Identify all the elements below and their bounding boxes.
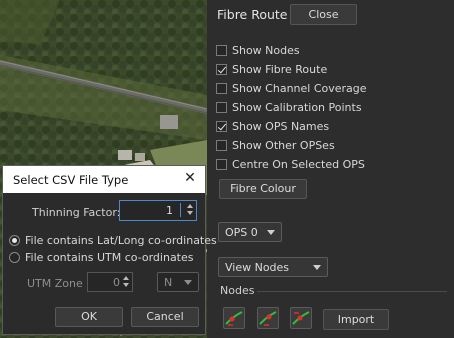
panel-title: Fibre Route (217, 7, 288, 22)
latlong-radio[interactable]: File contains Lat/Long co-ordinates (9, 232, 217, 248)
checkbox-label: Show Nodes (232, 43, 300, 57)
dialog-title: Select CSV File Type (13, 173, 129, 187)
show-fibre-route-checkbox[interactable]: Show Fibre Route (216, 60, 327, 78)
centre-on-selected-ops-checkbox[interactable]: Centre On Selected OPS (216, 155, 365, 173)
thinning-factor-spinbox[interactable]: 1 (119, 200, 197, 221)
radio-button[interactable] (9, 251, 20, 263)
ok-button[interactable]: OK (55, 307, 123, 327)
chevron-down-icon (267, 229, 275, 235)
show-other-opses-checkbox[interactable]: Show Other OPSes (216, 136, 335, 154)
import-button[interactable]: Import (323, 309, 389, 330)
remove-node-icon (292, 311, 310, 325)
spin-arrows-icon[interactable] (185, 203, 194, 215)
checkbox-label: Show Calibration Points (232, 100, 362, 114)
hemisphere-value: N (164, 275, 173, 289)
close-icon[interactable]: ✕ (181, 170, 199, 186)
dialog-titlebar: Select CSV File Type ✕ (3, 166, 205, 193)
hemisphere-select[interactable]: N (157, 272, 199, 292)
ops-select-value: OPS 0 (225, 225, 258, 239)
utm-zone-spinbox[interactable]: 0 (87, 272, 133, 292)
checkbox-box[interactable] (216, 158, 227, 170)
checkbox-box[interactable] (216, 63, 227, 75)
checkbox-label: Show OPS Names (232, 119, 330, 133)
group-divider (257, 291, 447, 292)
insert-node-button[interactable] (257, 307, 279, 329)
view-select[interactable]: View Nodes (218, 257, 328, 277)
radio-button[interactable] (9, 234, 20, 246)
add-node-button[interactable] (223, 307, 245, 329)
add-node-icon (225, 311, 243, 326)
thinning-factor-value: 1 (166, 204, 173, 217)
checkbox-box[interactable] (216, 101, 227, 113)
show-ops-names-checkbox[interactable]: Show OPS Names (216, 117, 329, 135)
checkbox-label: Show Channel Coverage (232, 81, 367, 95)
view-select-value: View Nodes (225, 260, 290, 274)
checkbox-box[interactable] (216, 120, 227, 132)
show-nodes-checkbox[interactable]: Show Nodes (216, 41, 300, 59)
radio-label: File contains Lat/Long co-ordinates (25, 233, 217, 247)
checkbox-box[interactable] (216, 82, 227, 94)
close-button[interactable]: Close (290, 4, 357, 25)
chevron-down-icon (313, 264, 321, 270)
show-calibration-points-checkbox[interactable]: Show Calibration Points (216, 98, 362, 116)
utm-zone-value: 0 (113, 276, 120, 289)
fibre-route-panel: Fibre Route Close Show Nodes Show Fibre … (207, 0, 454, 338)
checkbox-box[interactable] (216, 139, 227, 151)
checkbox-label: Show Fibre Route (232, 62, 328, 76)
ops-select[interactable]: OPS 0 (218, 222, 282, 242)
checkbox-box[interactable] (216, 44, 227, 56)
chevron-down-icon (184, 279, 192, 285)
nodes-group-label: Nodes (220, 284, 255, 297)
cancel-button[interactable]: Cancel (131, 307, 199, 327)
utm-zone-label: UTM Zone (27, 277, 83, 290)
spin-arrows-icon[interactable] (121, 275, 130, 287)
remove-node-button[interactable] (290, 307, 312, 329)
show-channel-coverage-checkbox[interactable]: Show Channel Coverage (216, 79, 367, 97)
insert-node-icon (259, 311, 277, 326)
fibre-colour-button[interactable]: Fibre Colour (219, 179, 307, 199)
utm-radio[interactable]: File contains UTM co-ordinates (9, 249, 194, 265)
radio-label: File contains UTM co-ordinates (25, 250, 194, 264)
select-csv-file-type-dialog: Select CSV File Type ✕ Thinning Factor: … (2, 165, 217, 335)
checkbox-label: Show Other OPSes (232, 138, 335, 152)
thinning-factor-label: Thinning Factor: (32, 206, 121, 219)
checkbox-label: Centre On Selected OPS (232, 157, 365, 171)
